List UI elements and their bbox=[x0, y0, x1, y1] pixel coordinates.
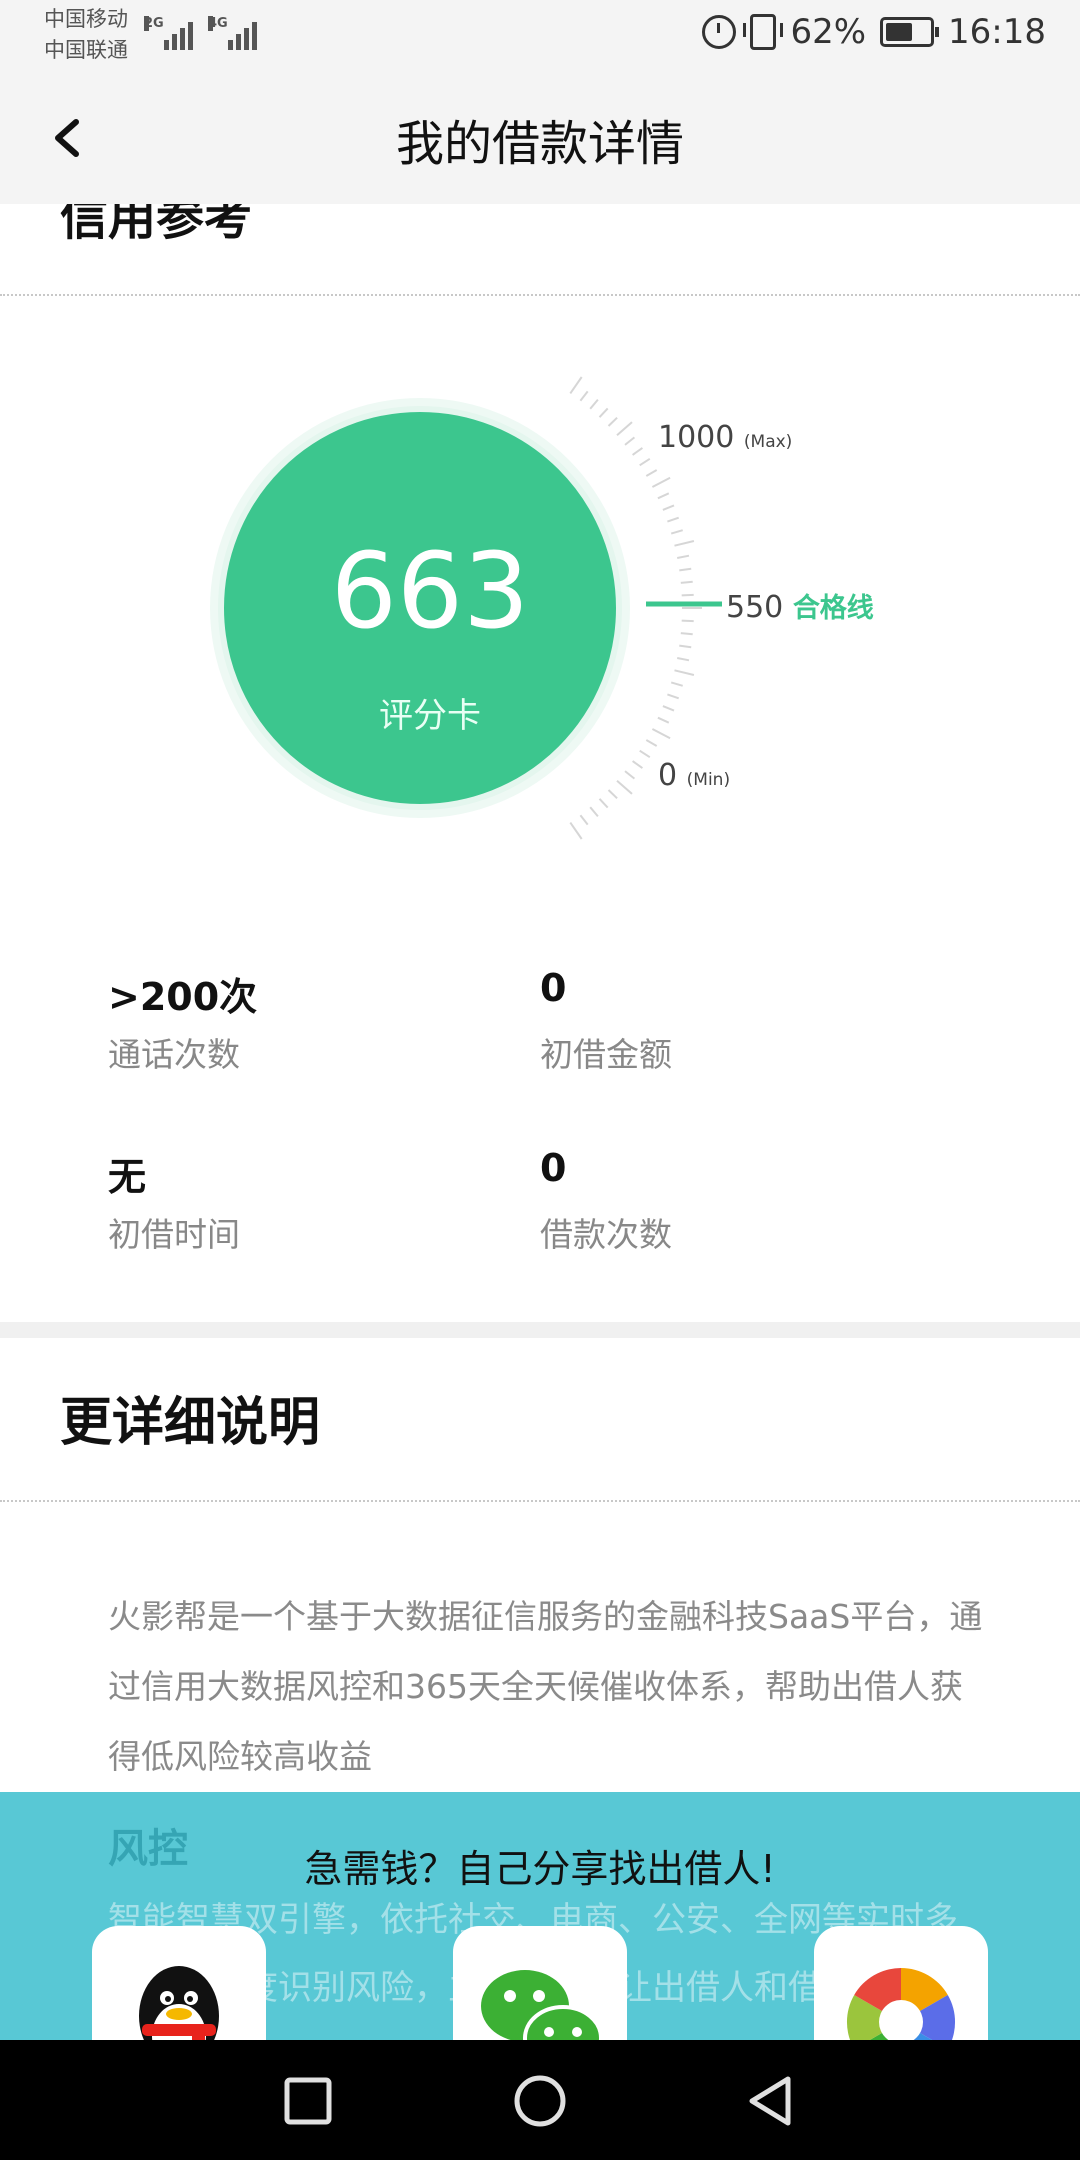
first-loan-time-label: 初借时间 bbox=[108, 1215, 240, 1254]
gauge-tick bbox=[670, 681, 683, 687]
gauge-tick bbox=[677, 554, 690, 559]
loan-count-value: 0 bbox=[540, 1146, 567, 1190]
gauge-max-label: 1000 (Max) bbox=[658, 420, 793, 455]
divider bbox=[0, 294, 1080, 296]
gauge-tick bbox=[589, 806, 599, 818]
gauge-tick bbox=[680, 580, 693, 584]
circle-icon bbox=[514, 2075, 566, 2127]
share-qq-button[interactable] bbox=[92, 1926, 266, 2040]
status-bar: 中国移动 中国联通 2G 4G 62% 16:18 bbox=[0, 0, 1080, 72]
gauge-tick bbox=[662, 504, 675, 511]
divider bbox=[0, 1500, 1080, 1502]
gauge-tick bbox=[667, 693, 680, 700]
gauge-tick bbox=[680, 632, 693, 636]
triangle-back-icon bbox=[749, 2076, 791, 2126]
gauge-tick bbox=[632, 760, 643, 769]
first-loan-amount-label: 初借金额 bbox=[540, 1035, 672, 1074]
gauge-tick bbox=[632, 447, 643, 456]
details-paragraph: 火影帮是一个基于大数据征信服务的金融科技SaaS平台，通过信用大数据风控和365… bbox=[108, 1597, 983, 1776]
carrier-info: 中国移动 中国联通 bbox=[44, 4, 128, 66]
clock: 16:18 bbox=[948, 12, 1046, 52]
loan-count-label: 借款次数 bbox=[540, 1215, 672, 1254]
gauge-tick bbox=[679, 644, 692, 649]
recents-button[interactable] bbox=[248, 2040, 368, 2160]
signal-1-icon: 2G bbox=[144, 16, 193, 50]
carrier-2: 中国联通 bbox=[44, 38, 128, 62]
square-icon bbox=[284, 2077, 332, 2125]
page-title: 我的借款详情 bbox=[395, 116, 684, 172]
section-separator bbox=[0, 1322, 1080, 1338]
gauge-tick bbox=[569, 376, 583, 394]
share-panel: 风控 智能智慧双引擎，依托社交、电商、公安、全网等实时多层次多维度识别风险，主流… bbox=[0, 1792, 1080, 2040]
score-label: 评分卡 bbox=[379, 696, 481, 736]
qq-icon bbox=[139, 1966, 219, 2040]
moments-icon bbox=[846, 1968, 956, 2040]
call-count-label: 通话次数 bbox=[108, 1035, 240, 1074]
gauge-tick bbox=[651, 476, 671, 488]
gauge-tick bbox=[681, 619, 694, 623]
gauge-tick bbox=[616, 779, 633, 795]
gauge-tick bbox=[579, 814, 589, 826]
gauge-tick bbox=[598, 407, 609, 418]
gauge-tick bbox=[662, 705, 675, 712]
signal-2-icon: 4G bbox=[208, 16, 257, 50]
app-header: 我的借款详情 bbox=[0, 72, 1080, 204]
gauge-tick bbox=[681, 593, 694, 597]
gauge-tick bbox=[607, 416, 618, 427]
gauge-tick bbox=[598, 798, 609, 809]
gauge-tick bbox=[639, 749, 651, 759]
first-loan-time-value: 无 bbox=[108, 1155, 147, 1199]
share-moments-button[interactable] bbox=[814, 1926, 988, 2040]
gauge-tick bbox=[624, 436, 636, 446]
gauge-tick bbox=[569, 822, 583, 840]
gauge-tick bbox=[645, 469, 658, 477]
call-count-value: >200次 bbox=[108, 975, 258, 1019]
first-loan-amount-value: 0 bbox=[540, 966, 567, 1010]
gauge-tick bbox=[589, 398, 599, 410]
share-wechat-button[interactable] bbox=[453, 1926, 627, 2040]
gauge-tick bbox=[645, 739, 658, 747]
back-nav-button[interactable] bbox=[710, 2040, 830, 2160]
gauge-pass-label: 550 合格线 bbox=[726, 590, 874, 625]
gauge-tick bbox=[674, 540, 695, 547]
details-title: 更详细说明 bbox=[60, 1393, 321, 1453]
gauge-tick bbox=[667, 516, 680, 523]
battery-fill bbox=[886, 23, 913, 41]
gauge-tick bbox=[579, 390, 589, 402]
carrier-1: 中国移动 bbox=[44, 7, 128, 31]
battery-percent: 62% bbox=[790, 12, 867, 52]
gauge-tick bbox=[670, 529, 683, 535]
gauge-tick bbox=[657, 492, 670, 500]
wechat-icon bbox=[481, 1970, 603, 2040]
gauge-tick bbox=[677, 657, 690, 662]
alarm-icon bbox=[702, 15, 737, 49]
gauge-tick bbox=[679, 567, 692, 572]
system-nav-bar bbox=[0, 2040, 1080, 2160]
gauge-tick bbox=[624, 770, 636, 780]
share-title: 急需钱？自己分享找出借人! bbox=[304, 1847, 776, 1891]
home-button[interactable] bbox=[480, 2040, 600, 2160]
gauge-tick bbox=[607, 789, 618, 800]
gauge-tick bbox=[651, 728, 671, 740]
score-value: 663 bbox=[330, 530, 530, 652]
gauge-tick bbox=[639, 457, 651, 467]
gauge-tick bbox=[674, 669, 695, 676]
gauge-tick bbox=[616, 421, 633, 437]
battery-icon bbox=[880, 17, 940, 47]
gauge-tick bbox=[657, 716, 670, 724]
vibrate-icon bbox=[743, 14, 784, 50]
gauge-min-label: 0 (Min) bbox=[658, 758, 731, 793]
